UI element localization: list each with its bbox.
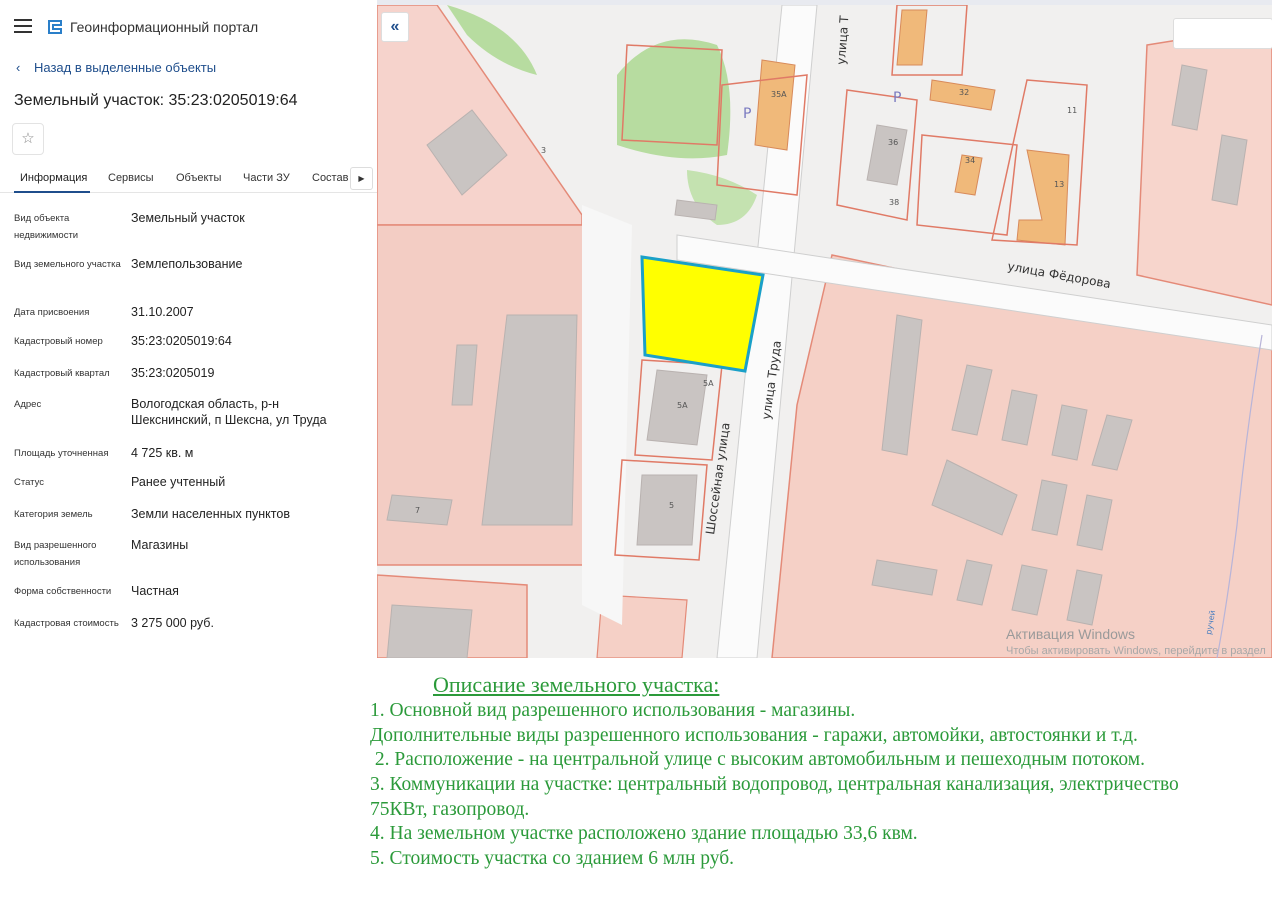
tabs-scroll-right-icon[interactable]: ▶ xyxy=(350,167,373,190)
property-label: Кадастровая стоимость xyxy=(14,618,119,629)
description-title: Описание земельного участка: xyxy=(433,672,720,697)
chevron-left-icon: ‹ xyxy=(16,60,21,75)
parking-label: P xyxy=(743,106,751,122)
tab-services[interactable]: Сервисы xyxy=(108,172,154,184)
tab-information[interactable]: Информация xyxy=(20,172,87,184)
property-label: Дата присвоения xyxy=(14,307,90,318)
property-value: Земельный участок xyxy=(131,211,245,225)
property-label: Вид земельного участка xyxy=(14,259,121,270)
description-line: 75КВт, газопровод. xyxy=(370,799,530,820)
property-label: Площадь уточненная xyxy=(14,448,109,459)
hamburger-menu-icon[interactable] xyxy=(14,19,32,33)
property-value: Землепользование xyxy=(131,257,243,271)
back-link-label: Назад в выделенные объекты xyxy=(34,60,217,75)
info-sidebar: Геоинформационный портал ‹ Назад в выделе… xyxy=(0,0,377,658)
property-value: 35:23:0205019 xyxy=(131,366,215,380)
property-label: Категория земель xyxy=(14,509,93,520)
property-label: Кадастровый номер xyxy=(14,336,103,347)
building-number: 3 xyxy=(541,146,546,155)
building-number: 11 xyxy=(1067,106,1077,115)
back-to-selected-link[interactable]: ‹ Назад в выделенные объекты xyxy=(16,60,216,75)
property-value: Частная xyxy=(131,584,179,598)
property-value: Вологодская область, р-н Шекснинский, п … xyxy=(131,397,327,427)
building xyxy=(386,604,473,658)
property-label: Адрес xyxy=(14,399,42,410)
tab-bar: Информация Сервисы Объекты Части ЗУ Сост… xyxy=(0,165,377,193)
parcel-title: Земельный участок: 35:23:0205019:64 xyxy=(14,92,298,109)
property-value: 31.10.2007 xyxy=(131,305,194,319)
map-canvas[interactable]: 35А 32 11 36 34 13 38 3 5А 5А 5 7 P P ул… xyxy=(377,5,1272,658)
building-number: 5А xyxy=(703,379,714,388)
description-line: 5. Стоимость участка со зданием 6 млн ру… xyxy=(370,848,735,869)
selected-parcel[interactable] xyxy=(640,255,765,373)
tab-composition[interactable]: Состав xyxy=(312,172,348,184)
building-number: 34 xyxy=(965,156,975,165)
parking-label: P xyxy=(893,90,901,106)
favorite-star-icon[interactable]: ☆ xyxy=(12,123,44,155)
property-value: Ранее учтенный xyxy=(131,475,226,489)
building xyxy=(896,9,928,66)
collapse-panel-icon[interactable]: « xyxy=(381,12,409,42)
property-value: Магазины xyxy=(131,538,189,552)
property-value: 4 725 кв. м xyxy=(131,446,194,460)
property-label: Вид разрешенного использования xyxy=(14,540,97,568)
portal-logo-icon xyxy=(48,20,62,34)
building-number: 13 xyxy=(1054,180,1064,189)
description-line: 2. Расположение - на центральной улице с… xyxy=(370,749,1145,770)
map-search-input[interactable] xyxy=(1173,18,1272,49)
property-label: Вид объекта недвижимости xyxy=(14,213,79,241)
windows-activation-text: Чтобы активировать Windows, перейдите в … xyxy=(1006,645,1266,657)
description-line: 1. Основной вид разрешенного использован… xyxy=(370,700,856,721)
parcel-zone-ne xyxy=(1136,24,1272,306)
property-label: Статус xyxy=(14,477,45,488)
tab-objects[interactable]: Объекты xyxy=(176,172,221,184)
building-number: 35А xyxy=(771,90,787,99)
windows-activation-title: Активация Windows xyxy=(1006,626,1136,642)
building xyxy=(451,344,478,406)
property-label: Кадастровый квартал xyxy=(14,368,110,379)
building-number: 32 xyxy=(959,88,969,97)
cadastral-map[interactable]: 35А 32 11 36 34 13 38 3 5А 5А 5 7 P P ул… xyxy=(377,5,1272,658)
app-header: Геоинформационный портал xyxy=(0,12,377,42)
description-line: 4. На земельном участке расположено здан… xyxy=(370,823,918,844)
description-line: 3. Коммуникации на участке: центральный … xyxy=(370,774,1179,795)
building xyxy=(636,474,698,546)
property-value: 35:23:0205019:64 xyxy=(131,334,232,348)
building-number: 38 xyxy=(889,198,899,207)
property-value: Земли населенных пунктов xyxy=(131,507,290,521)
building-number: 7 xyxy=(415,506,420,515)
app-title: Геоинформационный портал xyxy=(70,19,259,35)
building-number: 5 xyxy=(669,501,674,510)
tab-parcel-parts[interactable]: Части ЗУ xyxy=(243,172,290,184)
property-value: 3 275 000 руб. xyxy=(131,616,214,630)
active-tab-indicator xyxy=(14,191,90,193)
building-number: 36 xyxy=(888,138,898,147)
property-label: Форма собственности xyxy=(14,586,112,597)
building-number: 5А xyxy=(677,401,688,410)
description-line: Дополнительные виды разрешенного использ… xyxy=(370,725,1138,746)
